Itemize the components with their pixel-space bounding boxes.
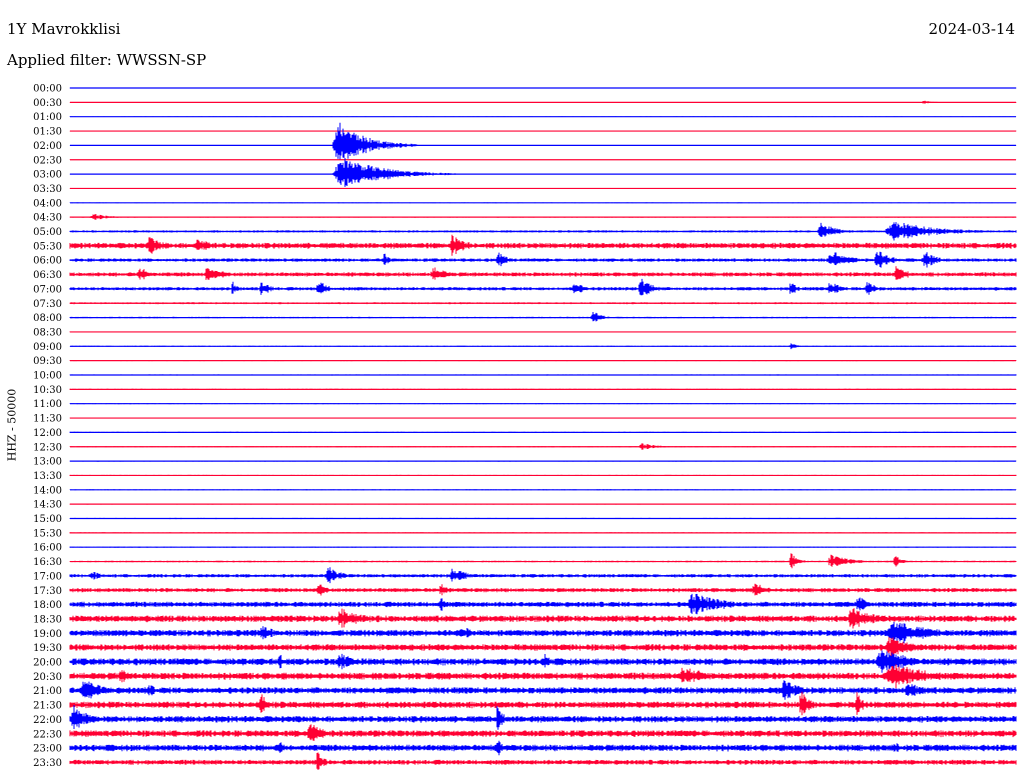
row-label-1930: 19:30 — [33, 643, 62, 654]
row-label-0630: 06:30 — [33, 270, 62, 281]
row-label-1100: 11:00 — [33, 399, 62, 410]
row-label-1800: 18:00 — [33, 600, 62, 611]
trace-1900 — [69, 621, 1017, 644]
row-label-2030: 20:30 — [33, 672, 62, 683]
trace-1830 — [69, 608, 1017, 629]
row-label-1900: 19:00 — [33, 629, 62, 640]
row-label-2000: 20:00 — [33, 658, 62, 669]
row-label-2200: 22:00 — [33, 715, 62, 726]
row-label-0930: 09:30 — [33, 356, 62, 367]
row-label-1030: 10:30 — [33, 385, 62, 396]
row-label-0400: 04:00 — [33, 198, 62, 209]
trace-2130 — [69, 691, 1017, 716]
row-label-0900: 09:00 — [33, 342, 62, 353]
helicorder-plot: 00:00 00:30 01:00 01:30 02:00 02:30 03:00 03:30… — [33, 84, 1017, 770]
row-label-0000: 00:00 — [33, 84, 62, 95]
row-label-0200: 02:00 — [33, 141, 62, 152]
trace-0800 — [69, 312, 1017, 322]
row-label-2300: 23:00 — [33, 744, 62, 755]
row-label-1430: 14:30 — [33, 500, 62, 511]
trace-0630 — [69, 266, 1017, 280]
row-label-0430: 04:30 — [33, 213, 62, 224]
row-label-0330: 03:30 — [33, 184, 62, 195]
row-label-1730: 17:30 — [33, 586, 62, 597]
row-label-0100: 01:00 — [33, 112, 62, 123]
row-label-0730: 07:30 — [33, 299, 62, 310]
trace-2330 — [69, 752, 1017, 770]
row-label-0830: 08:30 — [33, 327, 62, 338]
row-label-1400: 14:00 — [33, 485, 62, 496]
row-label-0300: 03:00 — [33, 170, 62, 181]
row-label-1500: 15:00 — [33, 514, 62, 525]
row-label-1130: 11:30 — [33, 414, 62, 425]
row-time-labels: 00:00 00:30 01:00 01:30 02:00 02:30 03:00 03:30… — [33, 84, 62, 769]
trace-2200 — [69, 705, 1017, 730]
trace-0300 — [69, 158, 1017, 187]
row-label-0030: 00:30 — [33, 98, 62, 109]
trace-0200 — [69, 122, 1017, 160]
trace-1630 — [69, 553, 1017, 569]
row-label-0530: 05:30 — [33, 241, 62, 252]
row-label-0700: 07:00 — [33, 284, 62, 295]
row-label-1700: 17:00 — [33, 571, 62, 582]
trace-1730 — [69, 583, 1017, 596]
trace-2100 — [69, 680, 1017, 700]
row-label-1200: 12:00 — [33, 428, 62, 439]
row-label-1300: 13:00 — [33, 457, 62, 468]
row-label-2330: 23:30 — [33, 758, 62, 769]
trace-2230 — [69, 724, 1017, 741]
row-label-0230: 02:30 — [33, 155, 62, 166]
row-label-2130: 21:30 — [33, 701, 62, 712]
row-label-1530: 15:30 — [33, 528, 62, 539]
row-label-1600: 16:00 — [33, 543, 62, 554]
row-label-1000: 10:00 — [33, 371, 62, 382]
row-label-0800: 08:00 — [33, 313, 62, 324]
row-label-0600: 06:00 — [33, 256, 62, 267]
row-label-1630: 16:30 — [33, 557, 62, 568]
row-label-1230: 12:30 — [33, 442, 62, 453]
row-label-2100: 21:00 — [33, 686, 62, 697]
row-label-0500: 05:00 — [33, 227, 62, 238]
row-label-2230: 22:30 — [33, 729, 62, 740]
row-label-1830: 18:30 — [33, 614, 62, 625]
trace-0700 — [69, 278, 1017, 296]
row-label-0130: 01:30 — [33, 127, 62, 138]
trace-1700 — [69, 567, 1017, 584]
seismogram-traces — [69, 87, 1017, 770]
row-label-1330: 13:30 — [33, 471, 62, 482]
